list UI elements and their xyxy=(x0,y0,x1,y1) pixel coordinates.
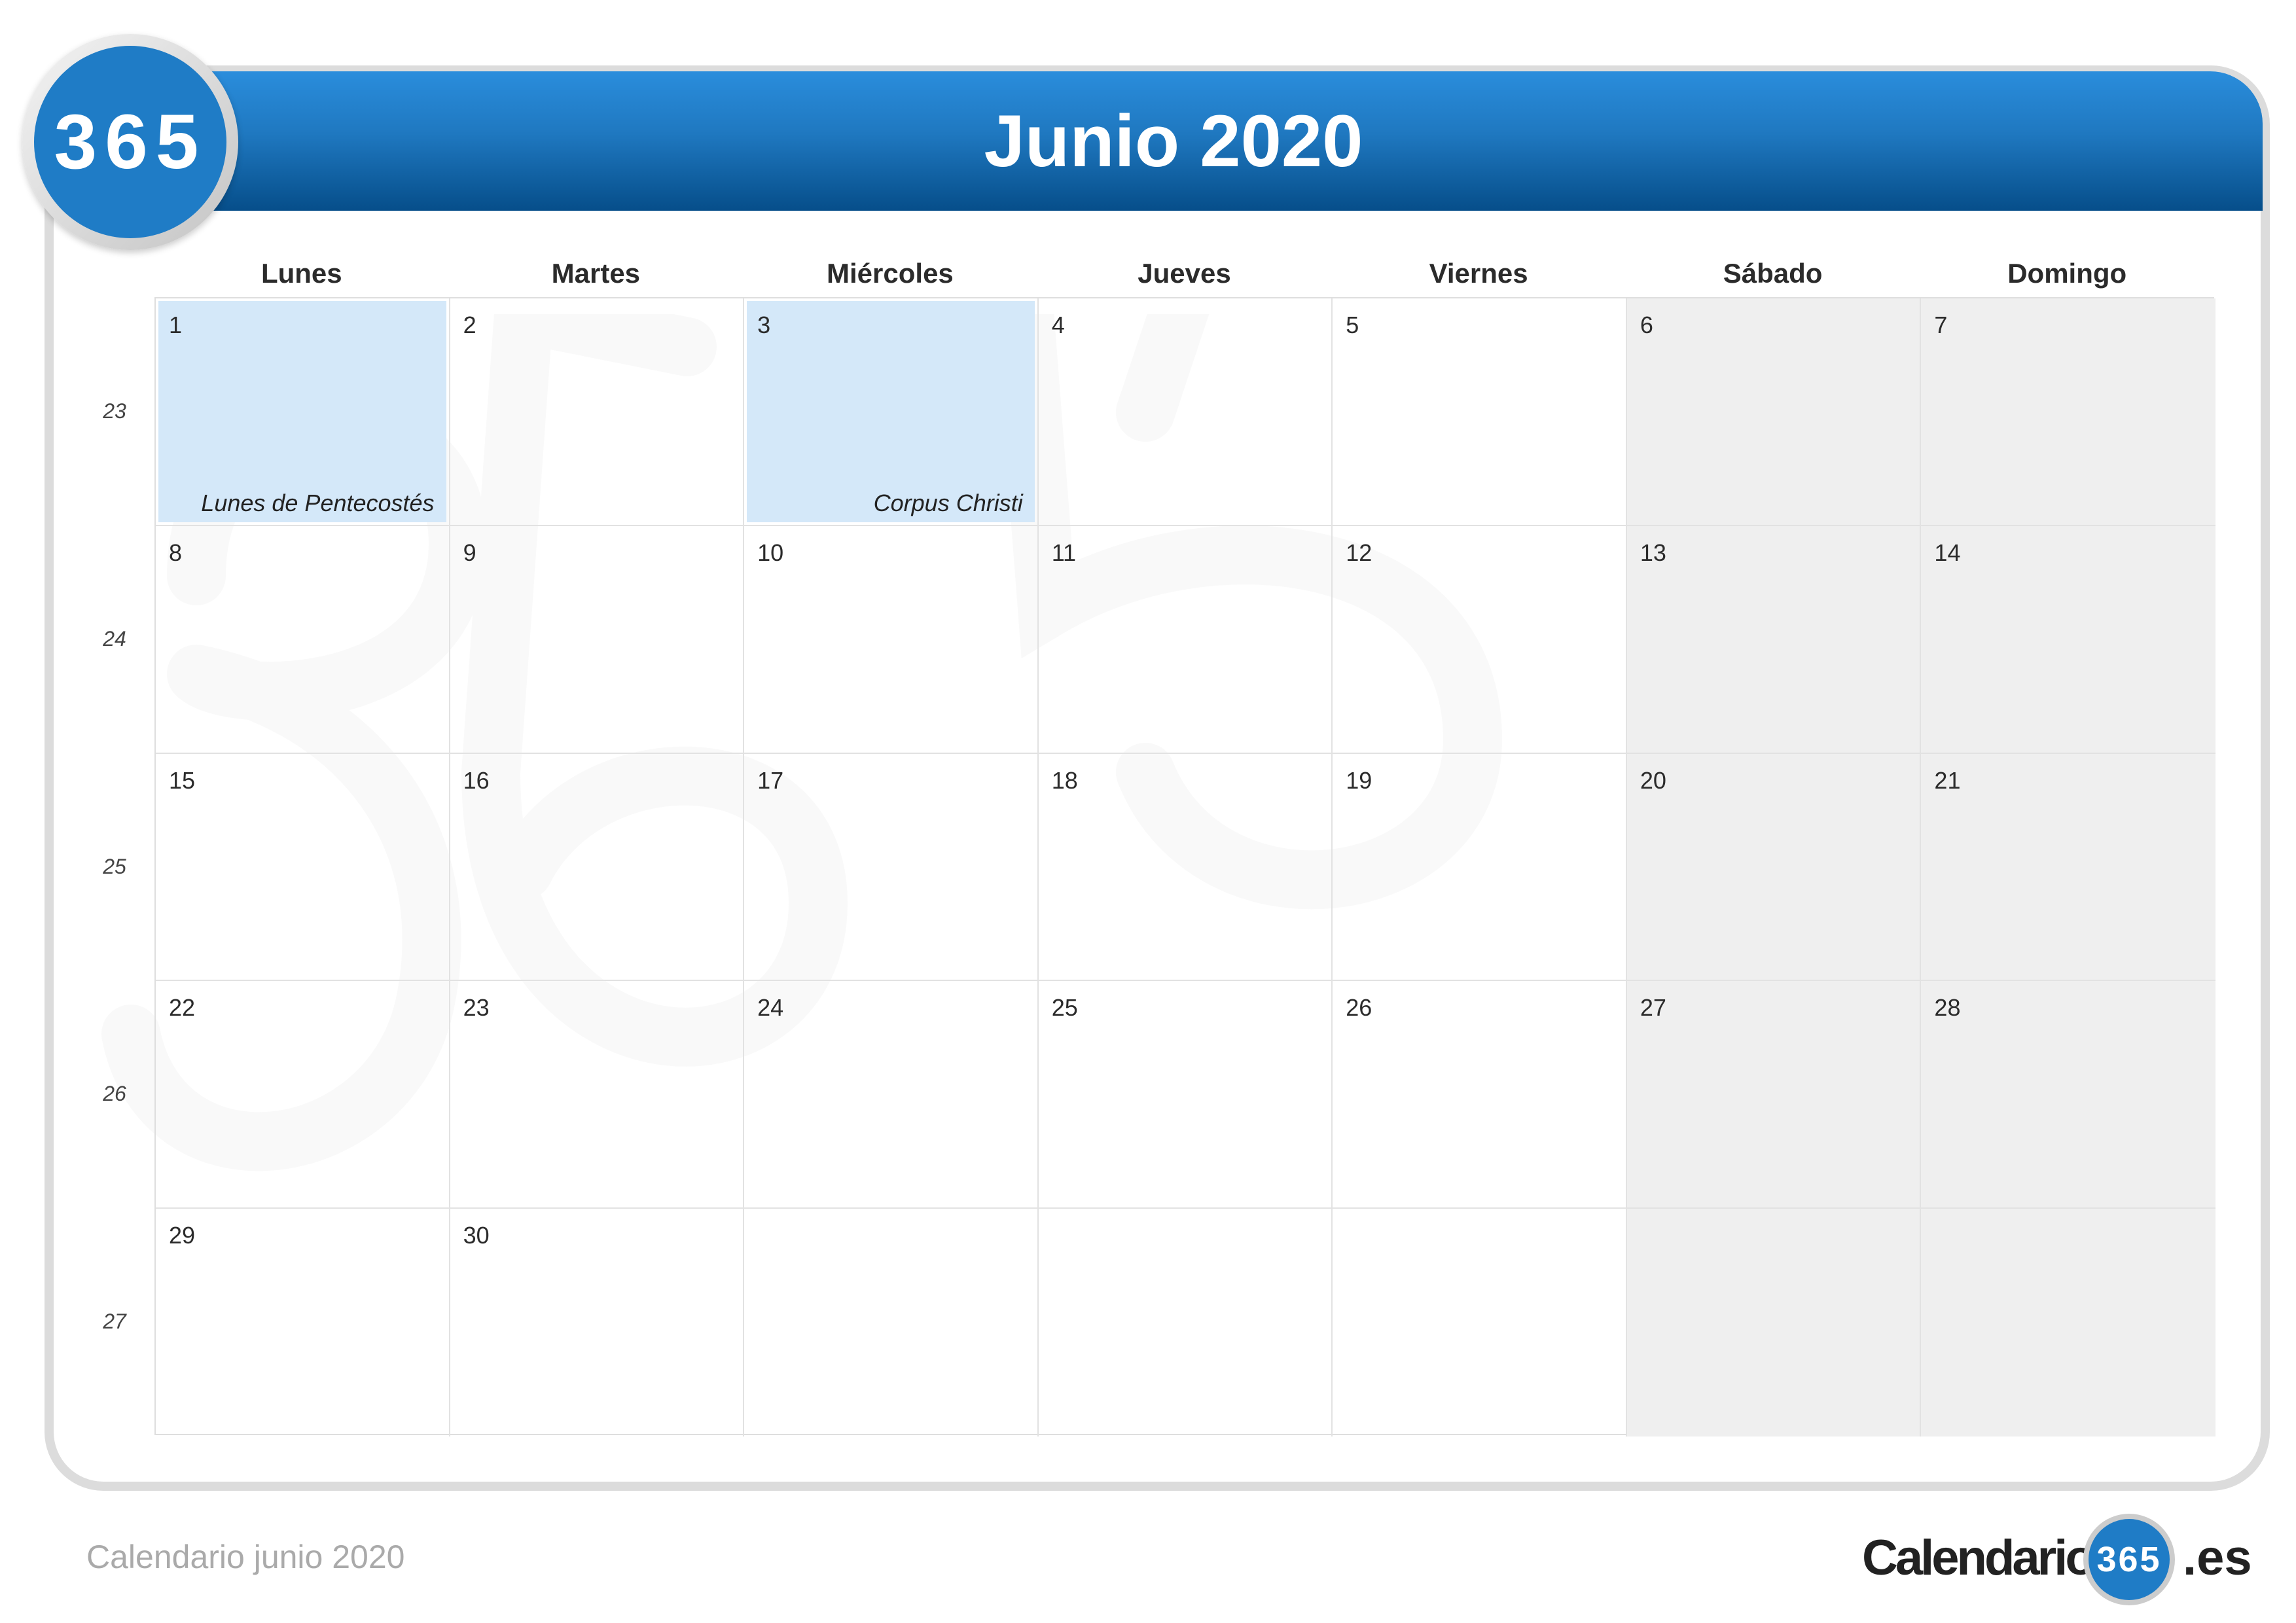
day-cell[interactable]: 26 xyxy=(1333,981,1627,1209)
day-cell[interactable]: 4 xyxy=(1038,298,1333,526)
day-cell[interactable]: 9 xyxy=(450,526,745,754)
day-cell[interactable]: 19 xyxy=(1333,753,1627,982)
day-cell[interactable]: 27 xyxy=(1626,981,1922,1209)
weekday-header: Martes xyxy=(551,258,641,289)
day-number: 6 xyxy=(1640,312,1653,338)
day-cell xyxy=(1921,1209,2215,1436)
day-number: 24 xyxy=(757,994,784,1022)
footer-caption: Calendario junio 2020 xyxy=(86,1539,405,1575)
day-number: 27 xyxy=(1640,994,1666,1022)
day-number: 16 xyxy=(463,766,490,794)
day-number: 17 xyxy=(757,766,784,794)
day-cell[interactable]: 7 xyxy=(1921,298,2215,526)
day-number: 13 xyxy=(1640,539,1666,566)
brand-right: .es xyxy=(2183,1530,2252,1586)
day-number: 28 xyxy=(1934,994,1961,1022)
day-cell[interactable]: 6 xyxy=(1626,298,1922,526)
day-number: 7 xyxy=(1934,312,1948,338)
day-cell[interactable]: 1 Lunes de Pentecostés xyxy=(156,298,450,526)
day-cell[interactable]: 16 xyxy=(450,753,745,982)
day-cell[interactable]: 11 xyxy=(1038,526,1333,754)
weekday-header: Miércoles xyxy=(827,258,954,289)
weekday-header: Sábado xyxy=(1723,258,1823,289)
brand-left: Calendario xyxy=(1862,1530,2096,1586)
week-number: 27 xyxy=(103,1310,126,1334)
weekday-header: Jueves xyxy=(1138,258,1231,289)
day-number: 22 xyxy=(169,994,196,1022)
holiday-name: Corpus Christi xyxy=(873,489,1023,516)
day-cell[interactable]: 3 Corpus Christi xyxy=(744,298,1039,526)
day-cell xyxy=(1333,1209,1627,1436)
week-number: 23 xyxy=(103,399,126,423)
day-number: 5 xyxy=(1346,312,1359,338)
day-cell[interactable]: 18 xyxy=(1038,753,1333,982)
day-cell[interactable]: 22 xyxy=(156,981,450,1209)
footer-brand-logo[interactable]: Calendario 365 .es xyxy=(1862,1508,2252,1607)
holiday-name: Lunes de Pentecostés xyxy=(201,489,435,516)
week-number: 26 xyxy=(103,1082,126,1106)
day-cell xyxy=(744,1209,1039,1436)
day-cell[interactable]: 5 xyxy=(1333,298,1627,526)
weekday-header: Domingo xyxy=(2007,258,2127,289)
day-cell[interactable]: 8 xyxy=(156,526,450,754)
day-number: 23 xyxy=(463,994,490,1022)
day-number: 21 xyxy=(1934,766,1961,794)
day-cell[interactable]: 17 xyxy=(744,753,1039,982)
day-number: 3 xyxy=(757,312,771,338)
day-number: 10 xyxy=(757,539,784,566)
day-cell[interactable]: 25 xyxy=(1038,981,1333,1209)
day-number: 19 xyxy=(1346,766,1372,794)
day-cell[interactable]: 2 xyxy=(450,298,745,526)
weekday-header: Lunes xyxy=(260,258,342,289)
week-number: 24 xyxy=(103,626,126,651)
day-cell[interactable]: 29 xyxy=(156,1209,450,1436)
brand-badge: 365 xyxy=(2083,1514,2175,1605)
calendar-grid: 1 Lunes de Pentecostés 2 3 Corpus Christi 4 5 6… xyxy=(154,297,2215,1436)
day-number: 30 xyxy=(463,1222,490,1249)
day-number: 15 xyxy=(169,766,196,794)
week-number: 25 xyxy=(103,854,126,878)
brand-badge-text: 365 xyxy=(2089,1519,2170,1600)
day-cell[interactable]: 13 xyxy=(1626,526,1922,754)
day-cell[interactable]: 24 xyxy=(744,981,1039,1209)
day-number: 12 xyxy=(1346,539,1372,566)
day-number: 4 xyxy=(1051,312,1065,338)
day-number: 14 xyxy=(1934,539,1961,566)
day-cell[interactable]: 10 xyxy=(744,526,1039,754)
day-cell[interactable]: 12 xyxy=(1333,526,1627,754)
day-cell[interactable]: 20 xyxy=(1626,753,1922,982)
day-cell xyxy=(1039,1209,1333,1436)
day-number: 8 xyxy=(169,539,183,566)
day-cell[interactable]: 30 xyxy=(450,1209,745,1436)
day-cell[interactable]: 28 xyxy=(1921,981,2215,1209)
day-number: 18 xyxy=(1051,766,1078,794)
day-number: 20 xyxy=(1640,766,1666,794)
day-number: 29 xyxy=(169,1222,196,1249)
day-cell xyxy=(1626,1209,1922,1436)
day-cell[interactable]: 15 xyxy=(156,753,450,982)
day-cell[interactable]: 23 xyxy=(450,981,745,1209)
weekday-header: Viernes xyxy=(1429,258,1528,289)
day-number: 25 xyxy=(1051,994,1078,1022)
day-number: 26 xyxy=(1346,994,1372,1022)
logo-365: 365 xyxy=(22,34,238,250)
day-cell[interactable]: 14 xyxy=(1921,526,2215,754)
day-number: 1 xyxy=(169,312,183,338)
logo-text: 365 xyxy=(34,46,226,238)
day-number: 2 xyxy=(463,312,476,338)
day-number: 11 xyxy=(1051,539,1077,566)
page-title: Junio 2020 xyxy=(984,100,1363,182)
day-number: 9 xyxy=(463,539,476,566)
day-cell[interactable]: 21 xyxy=(1921,753,2215,982)
